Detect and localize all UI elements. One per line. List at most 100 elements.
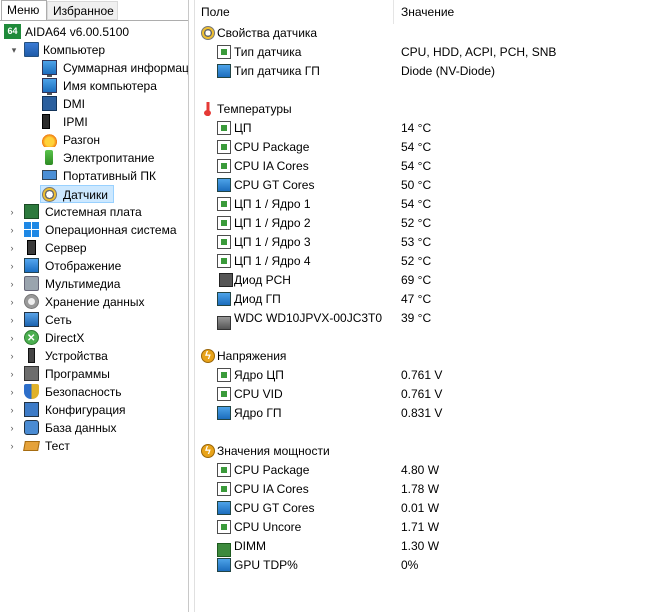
tree-item-motherboard[interactable]: › Системная плата [0, 203, 187, 221]
sensor-value: 54 °C [401, 159, 432, 173]
directx-icon [24, 330, 39, 348]
ipmi-icon [42, 114, 50, 129]
sensor-row[interactable]: ЦП 1 / Ядро 4 52 °C [195, 252, 655, 271]
sensor-row[interactable]: ЦП 1 / Ядро 3 53 °C [195, 233, 655, 252]
sensor-value: 1.71 W [401, 520, 440, 534]
display-icon [24, 258, 39, 273]
tree-item-computer-name[interactable]: Имя компьютера [0, 77, 187, 95]
tree-item-aida64-root[interactable]: 64 AIDA64 v6.00.5100 [0, 23, 187, 41]
expand-arrow-icon[interactable]: › [7, 293, 17, 311]
sensor-row[interactable]: CPU Package 4.80 W [195, 461, 655, 480]
tree-item-label: Конфигурация [45, 403, 126, 417]
expand-arrow-icon[interactable]: › [7, 275, 17, 293]
expand-arrow-icon[interactable]: › [7, 311, 17, 329]
tree-item-laptop[interactable]: Портативный ПК [0, 167, 187, 185]
tree-item-label: Мультимедиа [45, 277, 121, 291]
sensor-row[interactable]: CPU GT Cores 0.01 W [195, 499, 655, 518]
sensor-value: 0% [401, 558, 419, 572]
expand-arrow-icon[interactable]: › [7, 437, 17, 455]
expand-arrow-icon[interactable]: › [7, 239, 17, 257]
sensor-field: Ядро ГП [234, 406, 282, 420]
motherboard-icon [24, 204, 39, 219]
multimedia-icon [24, 276, 39, 291]
sensor-row[interactable]: Ядро ЦП 0.761 V [195, 366, 655, 385]
sensor-row[interactable]: Диод PCH 69 °C [195, 271, 655, 290]
sensor-row[interactable]: CPU IA Cores 54 °C [195, 157, 655, 176]
tree-item-devices[interactable]: › Устройства [0, 347, 187, 365]
tree-item-server[interactable]: › Сервер [0, 239, 187, 257]
gpu-icon [217, 292, 231, 306]
tree-item-overclock-flame[interactable]: Разгон [0, 131, 187, 149]
sensor-field: Диод PCH [234, 273, 291, 287]
sensor-row[interactable]: CPU VID 0.761 V [195, 385, 655, 404]
expand-arrow-icon[interactable]: › [7, 365, 17, 383]
tree-item-dmi[interactable]: DMI [0, 95, 187, 113]
sensor-row[interactable]: Ядро ГП 0.831 V [195, 404, 655, 423]
sensor-row[interactable]: GPU TDP% 0% [195, 556, 655, 575]
tree-item-security-shield[interactable]: › Безопасность [0, 383, 187, 401]
tree-item-label: DMI [63, 97, 85, 111]
expand-arrow-icon[interactable]: › [7, 203, 17, 221]
tree-item-benchmark[interactable]: › Тест [0, 437, 187, 455]
expand-arrow-icon[interactable]: › [7, 257, 17, 275]
expand-arrow-icon[interactable]: › [7, 329, 17, 347]
sensor-row[interactable]: Тип датчика ГП Diode (NV-Diode) [195, 62, 655, 81]
sensor-row[interactable]: CPU GT Cores 50 °C [195, 176, 655, 195]
sensor-row[interactable]: Тип датчика CPU, HDD, ACPI, PCH, SNB [195, 43, 655, 62]
group-title: Свойства датчика [217, 26, 318, 40]
sensor-field: CPU IA Cores [234, 482, 309, 496]
tree-item-config[interactable]: › Конфигурация [0, 401, 187, 419]
sensor-row[interactable]: CPU Package 54 °C [195, 138, 655, 157]
network-icon [24, 312, 39, 327]
details-panel: Поле Значение Свойства датчика Тип датчик… [194, 0, 661, 612]
sensor-row[interactable]: CPU IA Cores 1.78 W [195, 480, 655, 499]
sensor-row[interactable]: ЦП 14 °C [195, 119, 655, 138]
sensor-row[interactable]: ЦП 1 / Ядро 2 52 °C [195, 214, 655, 233]
group-header[interactable]: Значения мощности [195, 442, 655, 461]
tree-item-sensor-gauge[interactable]: Датчики [40, 185, 114, 203]
sensor-value: 54 °C [401, 197, 432, 211]
programs-icon [24, 366, 39, 381]
expand-arrow-icon[interactable]: › [7, 221, 17, 239]
sensor-row[interactable]: ЦП 1 / Ядро 1 54 °C [195, 195, 655, 214]
tree-item-storage[interactable]: › Хранение данных [0, 293, 187, 311]
tree-item-summary[interactable]: Суммарная информация [0, 59, 188, 77]
group-header[interactable]: Свойства датчика [195, 24, 655, 43]
sensor-row[interactable]: CPU Uncore 1.71 W [195, 518, 655, 537]
tab-favorites[interactable]: Избранное [47, 1, 118, 20]
group-header[interactable]: Температуры [195, 100, 655, 119]
sensor-value: 0.01 W [401, 501, 440, 515]
sensor-value: 54 °C [401, 140, 432, 154]
collapse-arrow-icon[interactable]: ▾ [9, 41, 19, 59]
expand-arrow-icon[interactable]: › [7, 347, 17, 365]
tree-item-multimedia[interactable]: › Мультимедиа [0, 275, 187, 293]
tree-item-network[interactable]: › Сеть [0, 311, 187, 329]
sensor-field: ЦП [234, 121, 252, 135]
expand-arrow-icon[interactable]: › [7, 419, 17, 437]
chip-icon [217, 197, 231, 211]
voltage-icon [201, 347, 215, 366]
tree-item-display[interactable]: › Отображение [0, 257, 187, 275]
tree-item-directx[interactable]: › DirectX [0, 329, 187, 348]
expand-arrow-icon[interactable]: › [7, 383, 17, 401]
tree-item-programs[interactable]: › Программы [0, 365, 187, 383]
column-header-field[interactable]: Поле [201, 0, 391, 24]
sensor-row[interactable]: Диод ГП 47 °C [195, 290, 655, 309]
expand-arrow-icon[interactable]: › [7, 401, 17, 419]
sensor-row[interactable]: WDC WD10JPVX-00JC3T0 39 °C [195, 309, 655, 330]
tree-item-computer[interactable]: ▾ Компьютер [0, 41, 187, 59]
sensor-row[interactable]: DIMM 1.30 W [195, 537, 655, 557]
tree-item-windows[interactable]: › Операционная система [0, 221, 187, 239]
column-header-value[interactable]: Значение [401, 0, 651, 24]
chip-icon [217, 159, 231, 173]
group-header[interactable]: Напряжения [195, 347, 655, 366]
chip-icon [217, 235, 231, 249]
sensor-value: 52 °C [401, 216, 432, 230]
tree-item-battery[interactable]: Электропитание [0, 149, 187, 167]
column-divider[interactable] [393, 0, 394, 24]
tree-item-ipmi[interactable]: IPMI [0, 113, 187, 131]
sensor-value: 0.831 V [401, 406, 443, 420]
tree-item-database[interactable]: › База данных [0, 419, 187, 437]
tab-menu[interactable]: Меню [1, 0, 47, 21]
computer-icon [24, 42, 39, 57]
